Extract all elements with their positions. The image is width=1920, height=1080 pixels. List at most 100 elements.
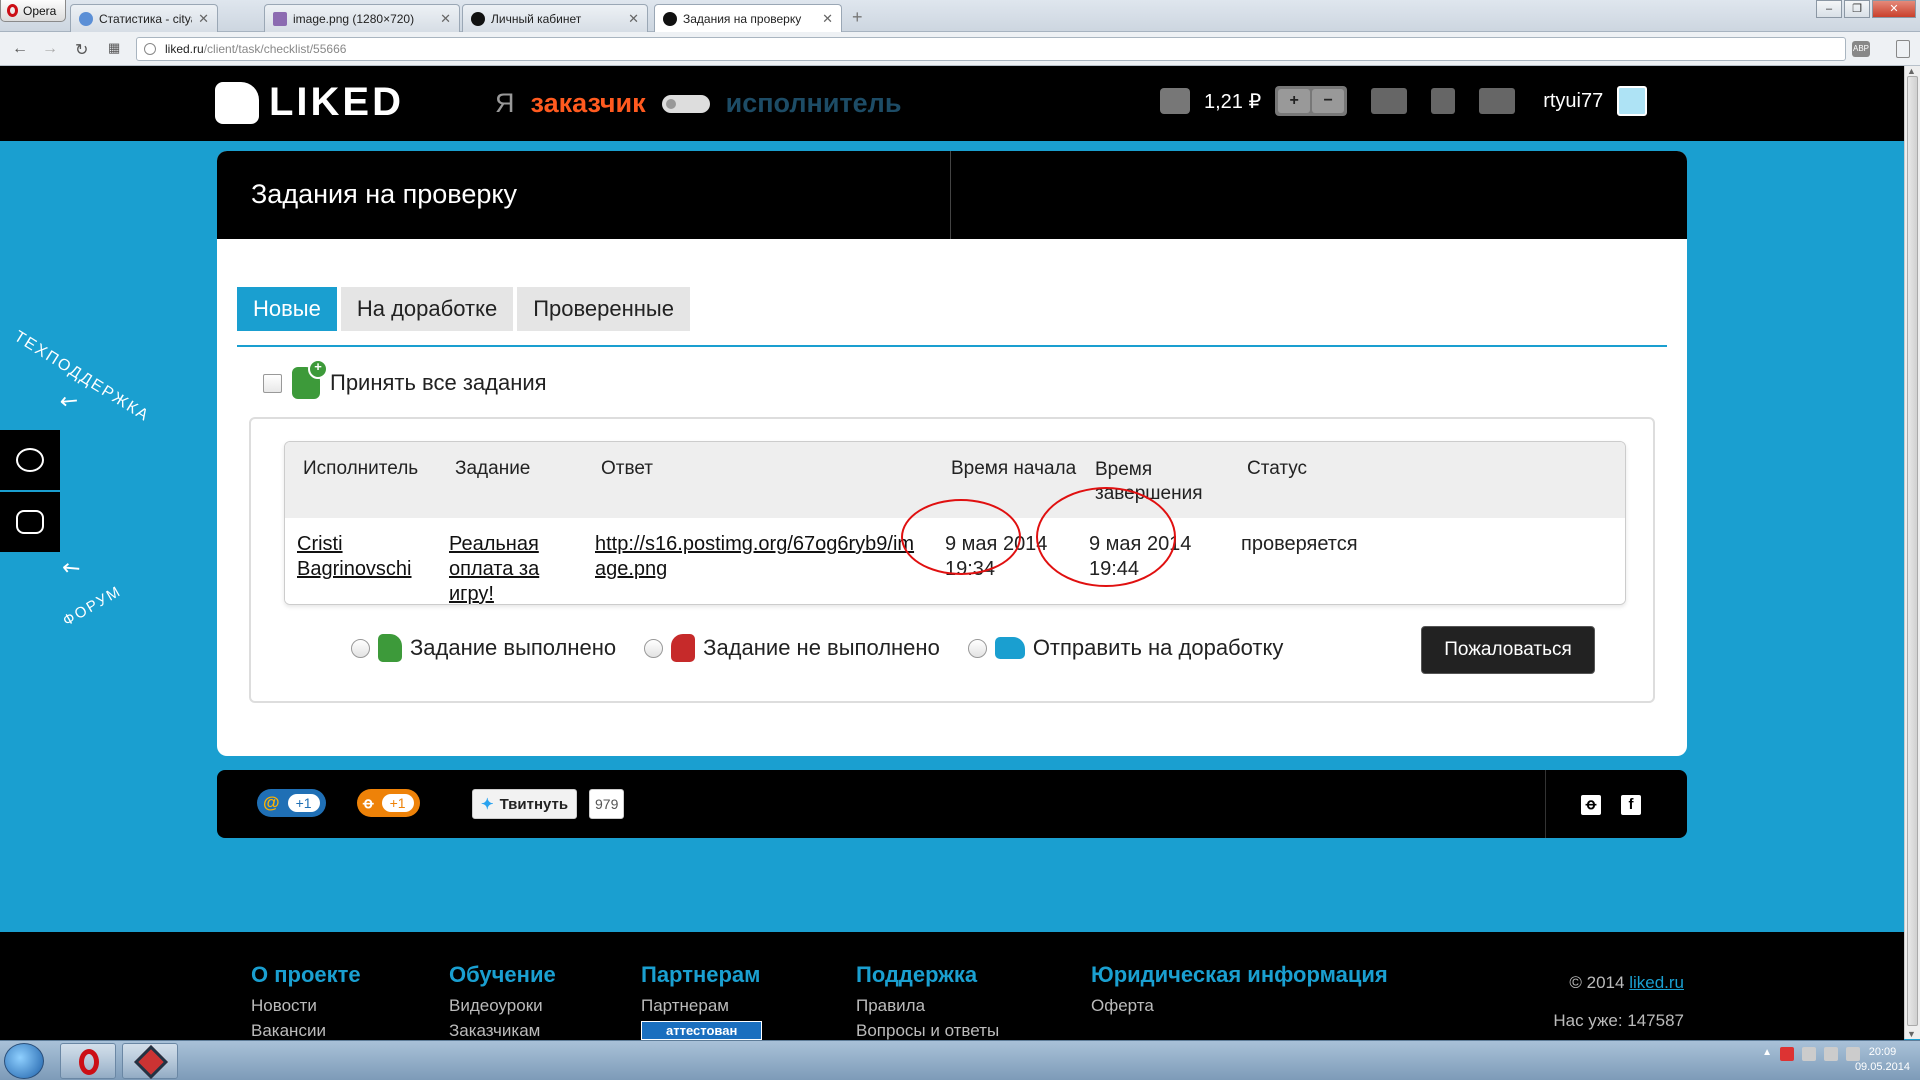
back-icon[interactable]: ← <box>12 40 28 58</box>
ok-share-button[interactable]: ꝋ +1 <box>357 789 420 817</box>
forward-icon[interactable]: → <box>42 40 58 58</box>
tab-checked[interactable]: Проверенные <box>517 287 690 331</box>
tray-network-icon[interactable] <box>1802 1047 1816 1061</box>
avatar[interactable] <box>1617 86 1648 116</box>
role-toggle-switch[interactable] <box>661 94 710 113</box>
rework-label[interactable]: Отправить на доработку <box>1033 635 1284 661</box>
maximize-window-icon[interactable]: ❐ <box>1844 0 1870 18</box>
balance-value: 1,21 ₽ <box>1204 90 1262 113</box>
forum-button[interactable] <box>0 492 60 552</box>
not-done-label[interactable]: Задание не выполнено <box>703 635 940 661</box>
close-tab-icon[interactable]: ✕ <box>822 11 833 27</box>
thumbs-up-icon <box>378 634 402 662</box>
start-button[interactable] <box>4 1043 44 1079</box>
action-rework[interactable]: Отправить на доработку <box>967 635 1284 661</box>
tab-favicon-icon <box>471 11 485 26</box>
browser-tab-active[interactable]: Задания на проверку ✕ <box>654 4 842 32</box>
performer-link[interactable]: Cristi Bagrinovschi <box>297 533 412 580</box>
username[interactable]: rtyui77 <box>1543 90 1603 113</box>
footer-column: О проекте Новости Вакансии <box>251 962 361 1046</box>
sidebar-panel-icon[interactable] <box>1896 40 1910 58</box>
scrollbar-thumb[interactable] <box>1907 76 1918 1026</box>
copyright: © 2014 liked.ru <box>1553 964 1684 1002</box>
opera-menu-button[interactable]: Opera <box>0 0 66 22</box>
tweet-button[interactable]: ✦ Твитнуть <box>472 789 578 819</box>
browser-tab[interactable]: Личный кабинет ✕ <box>462 4 648 32</box>
copyright-text: © 2014 <box>1569 973 1625 992</box>
footer-link[interactable]: Новости <box>251 996 361 1016</box>
url-field[interactable]: liked.ru/client/task/checklist/55666 <box>136 37 1846 61</box>
adblock-icon[interactable]: ABP <box>1852 41 1870 57</box>
task-actions: Задание выполнено Задание не выполнено О… <box>351 634 1311 662</box>
tray-flag-icon[interactable] <box>1780 1047 1794 1061</box>
answer-link[interactable]: http://s16.postimg.org/67og6ryb9/image.p… <box>595 533 914 580</box>
facebook-icon[interactable]: f <box>1621 795 1641 815</box>
footer-link[interactable]: Вопросы и ответы <box>856 1021 999 1041</box>
ok-count: +1 <box>381 794 414 812</box>
withdraw-funds-button[interactable]: − <box>1312 89 1345 113</box>
role-client-option[interactable]: заказчик <box>531 88 646 119</box>
minimize-window-icon[interactable]: – <box>1816 0 1842 18</box>
close-window-icon[interactable]: ✕ <box>1872 0 1916 18</box>
footer-link[interactable]: Вакансии <box>251 1021 361 1041</box>
action-done[interactable]: Задание выполнено <box>351 634 616 662</box>
done-label[interactable]: Задание выполнено <box>410 635 616 661</box>
accept-all-label[interactable]: Принять все задания <box>330 370 547 396</box>
site-header: LIKED Я заказчик исполнитель 1,21 ₽ + − … <box>0 66 1904 141</box>
video-icon[interactable] <box>1479 88 1516 114</box>
browser-tab[interactable]: Статистика - cityads ✕ <box>70 4 218 32</box>
taskbar-app[interactable] <box>122 1043 178 1079</box>
scroll-up-icon[interactable]: ▲ <box>1907 66 1916 76</box>
arrow-down-icon: ↙ <box>54 385 85 417</box>
mailru-share-button[interactable]: @ +1 <box>257 789 326 817</box>
tray-monitor-icon[interactable] <box>1824 1047 1838 1061</box>
footer-heading[interactable]: Обучение <box>449 962 556 988</box>
mail-icon[interactable] <box>1371 88 1408 114</box>
scroll-down-icon[interactable]: ▼ <box>1907 1029 1916 1039</box>
not-done-radio[interactable] <box>644 638 664 658</box>
speed-dial-icon[interactable]: ▦ <box>108 40 120 56</box>
logo-text: LIKED <box>269 80 404 124</box>
rework-radio[interactable] <box>967 638 987 658</box>
reload-icon[interactable]: ↻ <box>75 40 88 60</box>
tab-new[interactable]: Новые <box>237 287 337 331</box>
footer-heading[interactable]: Юридическая информация <box>1091 962 1388 988</box>
tab-title: image.png (1280×720) <box>293 11 415 26</box>
site-info-icon[interactable] <box>144 43 156 55</box>
footer-link[interactable]: Правила <box>856 996 999 1016</box>
done-radio[interactable] <box>351 638 370 658</box>
footer-link[interactable]: Партнерам <box>641 996 762 1016</box>
support-button[interactable] <box>0 430 60 490</box>
ok-icon: ꝋ <box>363 795 374 812</box>
notifications-icon[interactable] <box>1431 88 1456 114</box>
role-contractor-option[interactable]: исполнитель <box>726 88 902 119</box>
copyright-link[interactable]: liked.ru <box>1629 973 1684 992</box>
taskbar-opera[interactable] <box>60 1043 116 1079</box>
attested-badge[interactable]: аттестован <box>641 1021 763 1040</box>
url-path: /client/task/checklist/55666 <box>203 42 347 56</box>
tab-rework[interactable]: На доработке <box>340 287 514 331</box>
close-tab-icon[interactable]: ✕ <box>628 11 639 27</box>
task-link[interactable]: Реальная оплата за игру! <box>449 533 539 604</box>
browser-tab[interactable]: image.png (1280×720) ✕ <box>264 4 460 32</box>
site-logo[interactable]: LIKED <box>215 80 404 125</box>
odnoklassniki-icon[interactable]: ꝋ <box>1581 795 1601 815</box>
footer-link[interactable]: Заказчикам <box>449 1021 556 1041</box>
system-clock[interactable]: 20:09 09.05.2014 <box>1855 1045 1910 1075</box>
tray-expand-icon[interactable]: ▲ <box>1762 1047 1772 1061</box>
add-funds-button[interactable]: + <box>1278 89 1311 113</box>
footer-link[interactable]: Видеоуроки <box>449 996 556 1016</box>
new-tab-icon[interactable]: + <box>852 7 863 28</box>
close-tab-icon[interactable]: ✕ <box>198 11 209 27</box>
footer-link[interactable]: Оферта <box>1091 996 1388 1016</box>
accept-all-checkbox[interactable] <box>263 373 282 393</box>
footer-heading[interactable]: Поддержка <box>856 962 999 988</box>
close-tab-icon[interactable]: ✕ <box>440 11 451 27</box>
footer-heading[interactable]: Партнерам <box>641 962 762 988</box>
complain-button[interactable]: Пожаловаться <box>1421 626 1595 674</box>
page-scrollbar[interactable]: ▲ ▼ <box>1904 66 1920 1039</box>
tab-title: Личный кабинет <box>491 11 582 26</box>
clock-time: 20:09 <box>1868 1046 1897 1058</box>
action-not-done[interactable]: Задание не выполнено <box>644 634 940 662</box>
footer-heading[interactable]: О проекте <box>251 962 361 988</box>
